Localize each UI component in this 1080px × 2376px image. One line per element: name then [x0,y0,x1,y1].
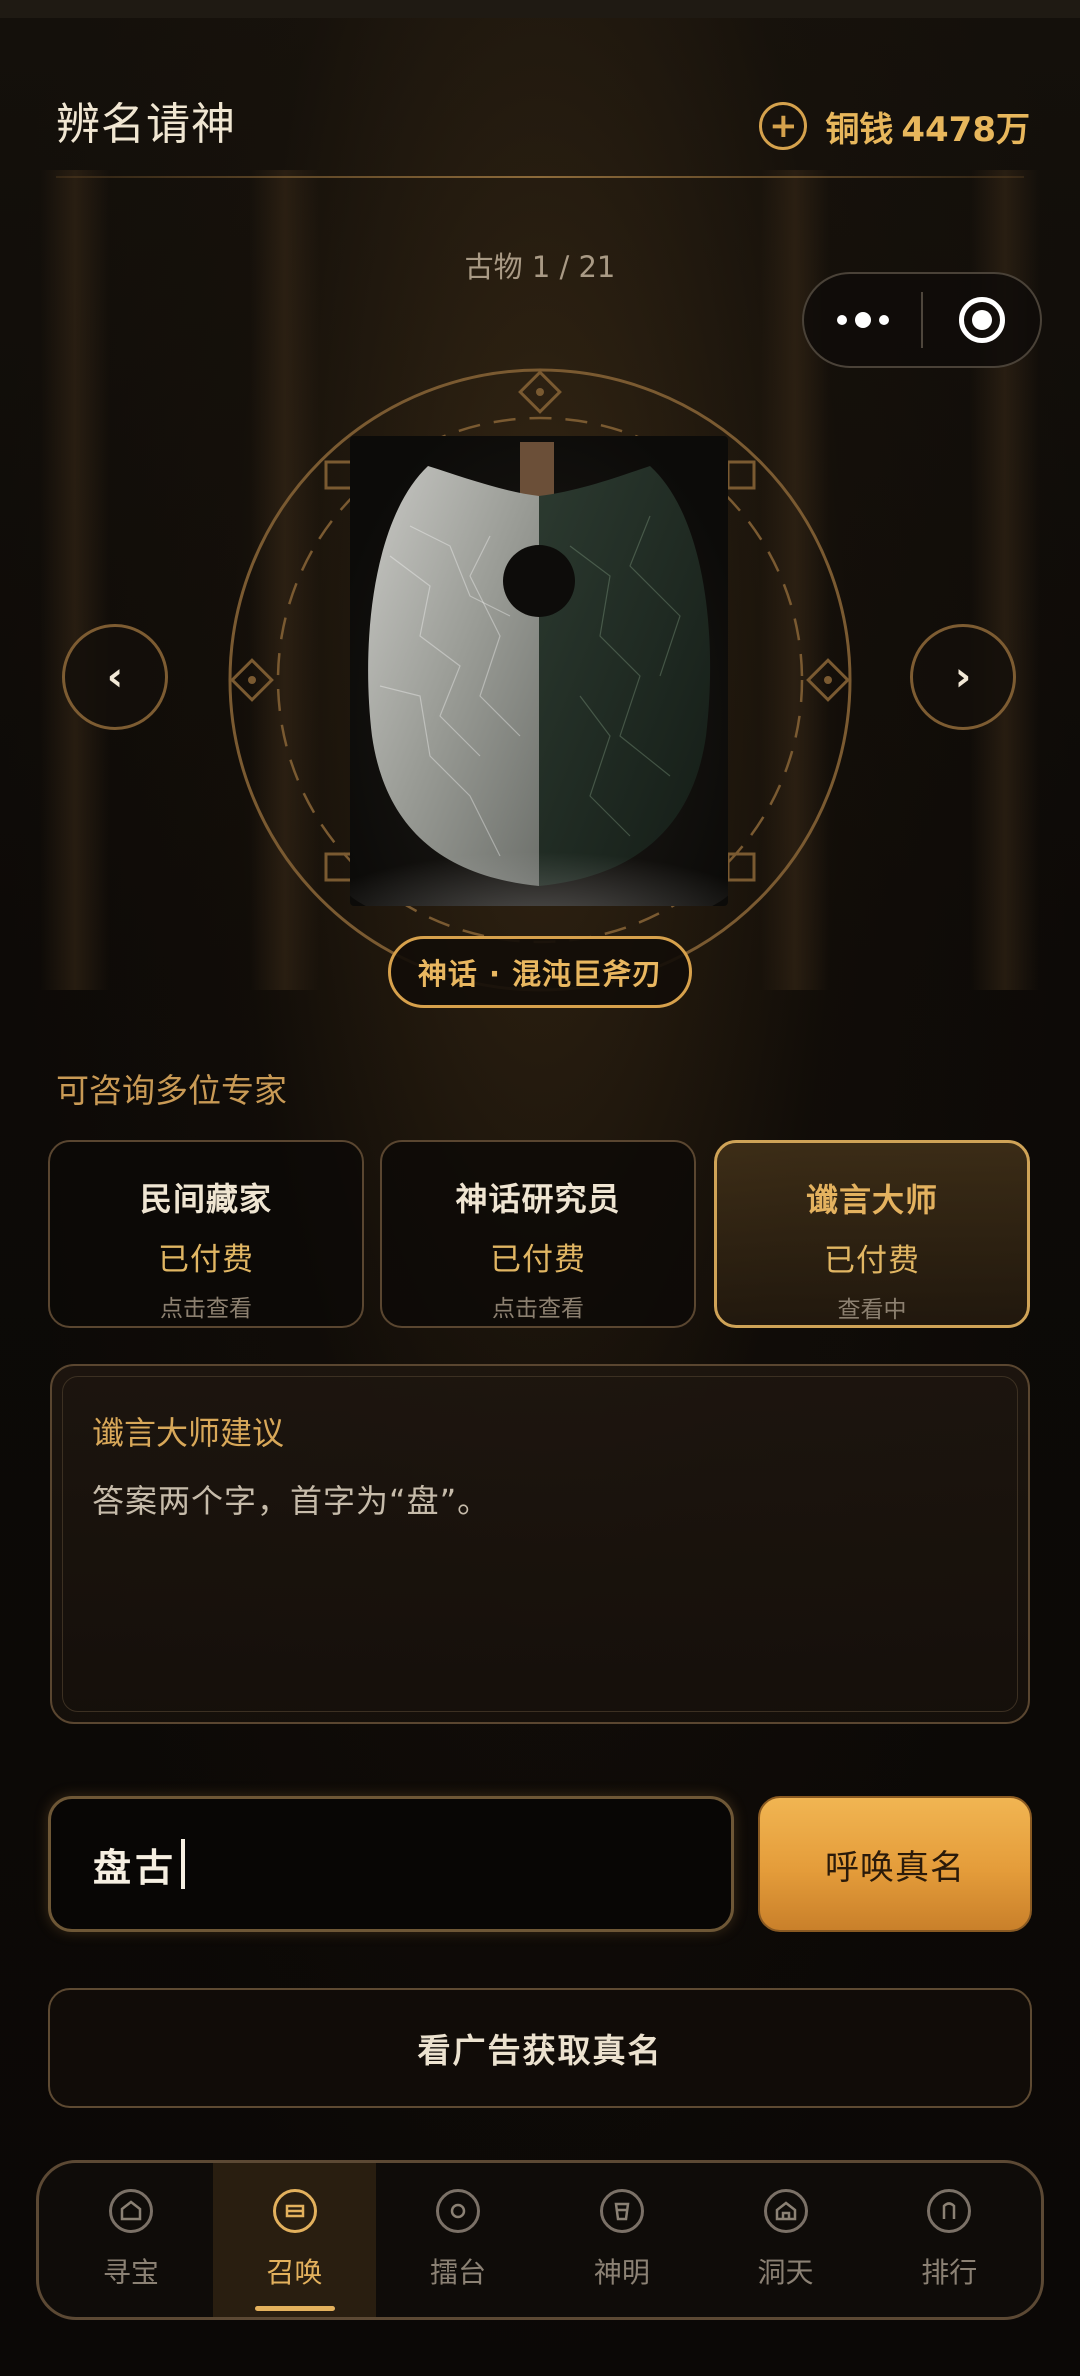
text-caret [181,1839,186,1889]
expert-name: 谶言大师 [805,1181,938,1219]
summon-icon [272,2189,317,2233]
expert-card-folk-collector[interactable]: 民间藏家 已付费 点击查看 [48,1140,364,1328]
expert-name: 民间藏家 [139,1180,272,1218]
tab-cave-heaven[interactable]: 洞天 [704,2163,868,2317]
more-menu-icon[interactable] [804,312,921,328]
true-name-input[interactable]: 盘古 [48,1796,734,1932]
expert-status: 已付费 [824,1243,920,1279]
advice-title: 谶言大师建议 [92,1414,285,1452]
tab-treasure[interactable]: 寻宝 [49,2163,213,2317]
page-title: 辨名请神 [56,99,236,150]
chevron-left-icon: ‹ [106,654,124,700]
tab-label: 擂台 [430,2256,487,2289]
summon-button[interactable]: 呼唤真名 [758,1796,1032,1932]
miniprogram-capsule [802,272,1042,368]
bottom-tab-bar: 寻宝 召唤 擂台 神明 洞天 排行 [36,2160,1044,2320]
close-miniprogram-icon[interactable] [923,297,1040,343]
expert-hint: 查看中 [837,1297,907,1323]
chevron-right-icon: › [954,654,972,700]
add-currency-icon[interactable]: + [759,102,808,150]
currency-display: + 铜钱 4478万 [759,100,1030,152]
expert-hint: 点击查看 [492,1296,584,1322]
artifact-image [350,436,728,906]
tab-label: 寻宝 [102,2256,159,2289]
expert-hint: 点击查看 [160,1296,252,1322]
tab-deity[interactable]: 神明 [540,2163,704,2317]
next-artifact-button[interactable]: › [910,624,1016,730]
true-name-value: 盘古 [93,1844,178,1890]
deity-icon [599,2189,644,2233]
background-pillar [40,170,110,990]
advice-text: 答案两个字，首字为“盘”。 [92,1482,491,1520]
watch-ad-button[interactable]: 看广告获取真名 [48,1988,1032,2108]
header-divider [56,176,1024,178]
tab-label: 排行 [921,2256,978,2289]
advice-panel: 谶言大师建议 答案两个字，首字为“盘”。 [50,1364,1030,1724]
treasure-icon [108,2189,153,2233]
experts-heading: 可咨询多位专家 [56,1071,287,1110]
rank-icon [927,2189,972,2233]
artifact-name-badge: 神话 · 混沌巨斧刃 [388,936,692,1008]
currency-label: 铜钱 [825,109,894,150]
expert-status: 已付费 [490,1242,586,1278]
tab-label: 洞天 [757,2256,814,2289]
arena-icon [436,2189,481,2233]
currency-value: 4478万 [901,109,1030,150]
expert-card-prophecy-master[interactable]: 谶言大师 已付费 查看中 [714,1140,1030,1328]
tab-arena[interactable]: 擂台 [376,2163,540,2317]
expert-status: 已付费 [158,1242,254,1278]
tab-label: 神明 [593,2256,650,2289]
tab-summon[interactable]: 召唤 [212,2163,377,2317]
tab-label: 召唤 [266,2256,323,2289]
status-strip [0,0,1080,18]
expert-name: 神话研究员 [455,1180,621,1218]
home-icon [763,2189,808,2233]
tab-ranking[interactable]: 排行 [867,2163,1031,2317]
previous-artifact-button[interactable]: ‹ [62,624,168,730]
expert-card-myth-researcher[interactable]: 神话研究员 已付费 点击查看 [380,1140,696,1328]
